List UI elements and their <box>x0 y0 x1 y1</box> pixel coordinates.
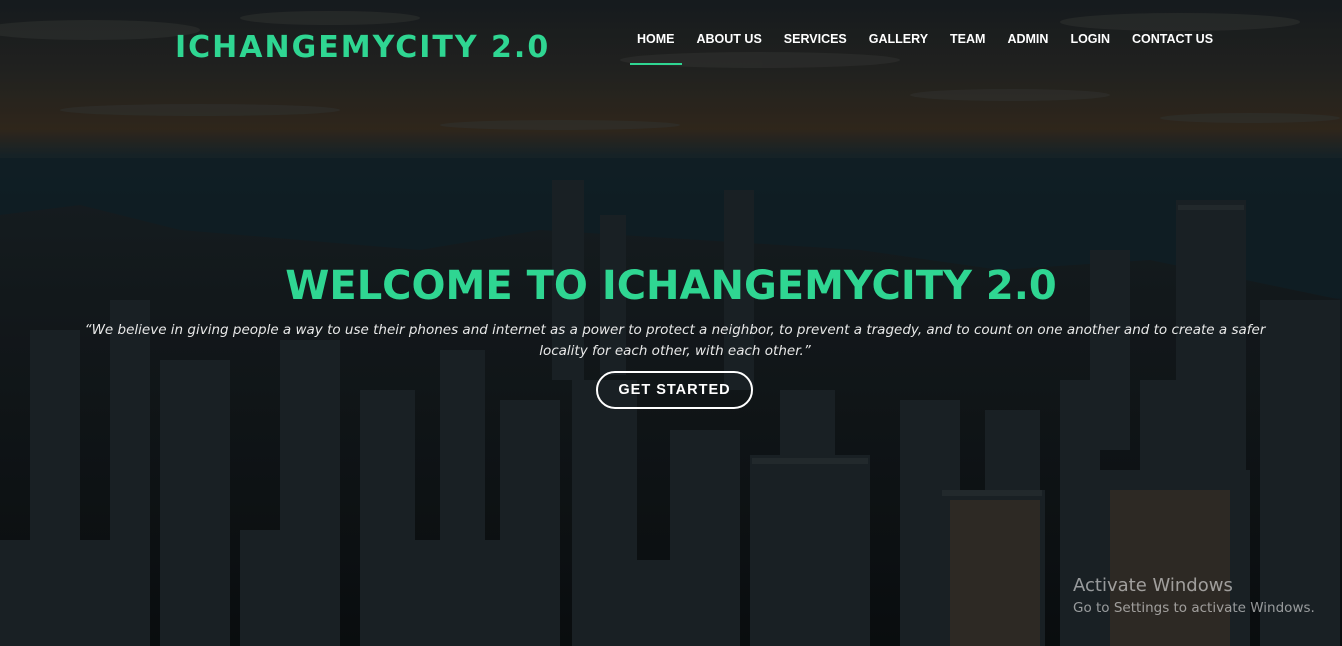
nav-item-admin[interactable]: ADMIN <box>996 28 1059 58</box>
activate-windows-title: Activate Windows <box>1073 575 1233 596</box>
hero-title: WELCOME TO ICHANGEMYCITY 2.0 <box>285 263 1057 309</box>
nav-item-login[interactable]: LOGIN <box>1059 28 1121 58</box>
site-logo[interactable]: ICHANGEMYCITY 2.0 <box>175 28 550 68</box>
nav-item-services[interactable]: SERVICES <box>773 28 858 58</box>
activate-windows-subtitle: Go to Settings to activate Windows. <box>1073 600 1315 616</box>
nav-item-contact-us[interactable]: CONTACT US <box>1121 28 1224 58</box>
nav-item-home[interactable]: HOME <box>626 28 686 65</box>
nav-item-about-us[interactable]: ABOUT US <box>686 28 773 58</box>
main-nav: HOME ABOUT US SERVICES GALLERY TEAM ADMI… <box>626 28 1224 65</box>
hero-section: ICHANGEMYCITY 2.0 HOME ABOUT US SERVICES… <box>0 0 1342 646</box>
get-started-button[interactable]: GET STARTED <box>596 371 753 409</box>
activate-windows-watermark: Activate Windows Go to Settings to activ… <box>1073 574 1315 618</box>
hero-quote: “We believe in giving people a way to us… <box>84 322 1266 359</box>
nav-item-gallery[interactable]: GALLERY <box>858 28 939 58</box>
nav-item-team[interactable]: TEAM <box>939 28 996 58</box>
